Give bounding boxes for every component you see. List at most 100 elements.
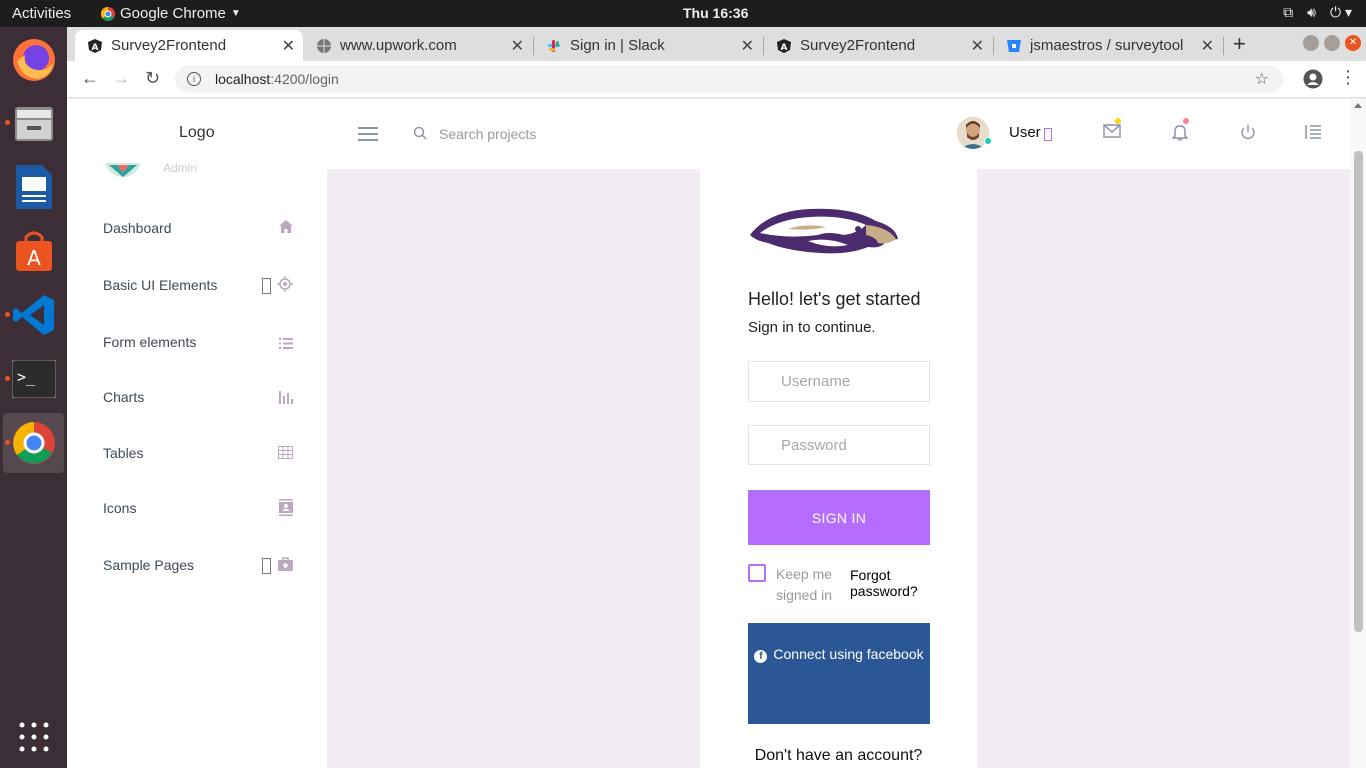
page-scrollbar[interactable] bbox=[1350, 99, 1366, 768]
tab-survey2frontend-active[interactable]: A Survey2Frontend ✕ bbox=[75, 30, 303, 61]
mail-icon[interactable] bbox=[1103, 124, 1121, 143]
format-list-icon[interactable] bbox=[1303, 125, 1321, 144]
facebook-icon: f bbox=[754, 650, 768, 663]
close-icon[interactable]: ✕ bbox=[971, 36, 984, 56]
keep-signed-in-label[interactable]: Keep me signed in bbox=[776, 564, 840, 606]
vscode-icon bbox=[12, 295, 54, 335]
forward-button[interactable]: → bbox=[112, 68, 130, 89]
writer-launcher[interactable] bbox=[3, 157, 64, 217]
app-menu[interactable]: Google Chrome ▼ bbox=[101, 5, 241, 22]
no-account-text: Don't have an account? bbox=[754, 747, 923, 764]
sidebar-profile-avatar[interactable] bbox=[103, 163, 143, 179]
url-host: localhost bbox=[215, 71, 271, 87]
tab-bitbucket[interactable]: jsmaestros / surveytool ✕ bbox=[994, 30, 1222, 61]
search-input[interactable] bbox=[439, 121, 739, 147]
sidebar-item-icons[interactable]: Icons bbox=[103, 496, 293, 520]
login-heading: Hello! let's get started bbox=[748, 289, 921, 309]
sidebar-item-tables[interactable]: Tables bbox=[103, 441, 293, 465]
avatar[interactable] bbox=[957, 117, 989, 149]
power-icon: ⏻ ▾ bbox=[1330, 4, 1352, 20]
scrollbar-thumb[interactable] bbox=[1354, 151, 1363, 632]
system-tray[interactable]: ⧉ 🔊︎ ⏻ ▾ bbox=[1283, 4, 1352, 21]
angular-icon: A bbox=[776, 38, 792, 54]
url-path: :4200/login bbox=[270, 71, 339, 87]
show-apps-button[interactable] bbox=[3, 707, 64, 767]
sidebar-item-sample-pages[interactable]: Sample Pages bbox=[103, 553, 293, 577]
sidebar-item-label: Charts bbox=[103, 389, 145, 405]
scroll-up-arrow-icon[interactable] bbox=[1354, 103, 1362, 108]
facebook-connect-button[interactable]: f Connect using facebook bbox=[748, 623, 930, 724]
chrome-launcher[interactable] bbox=[3, 413, 64, 473]
chevron-down-icon: ▼ bbox=[230, 8, 241, 19]
facebook-button-label: Connect using facebook bbox=[773, 646, 924, 662]
address-bar[interactable]: i localhost:4200/login ☆ bbox=[175, 65, 1283, 93]
tab-title: Survey2Frontend bbox=[111, 37, 227, 54]
network-icon: ⧉ bbox=[1283, 4, 1294, 20]
profile-icon[interactable] bbox=[1303, 69, 1323, 94]
home-icon bbox=[279, 220, 293, 236]
power-icon[interactable] bbox=[1240, 124, 1256, 145]
medical-bag-icon bbox=[278, 557, 293, 574]
dock: A >_ bbox=[0, 27, 67, 768]
firefox-launcher[interactable] bbox=[3, 30, 64, 90]
software-launcher[interactable]: A bbox=[3, 221, 64, 281]
maximize-button[interactable] bbox=[1324, 35, 1340, 51]
sidebar-item-form-elements[interactable]: Form elements bbox=[103, 330, 293, 354]
login-subtitle: Sign in to continue. bbox=[748, 319, 876, 336]
tab-slack[interactable]: Sign in | Slack ✕ bbox=[534, 30, 762, 61]
close-icon[interactable]: ✕ bbox=[282, 36, 295, 56]
sidebar-item-label: Sample Pages bbox=[103, 557, 195, 573]
close-icon[interactable]: ✕ bbox=[1201, 36, 1214, 56]
web-page: Logo User Admin Dashboard Basic UI Eleme… bbox=[67, 99, 1366, 768]
files-icon bbox=[14, 107, 53, 141]
table-icon bbox=[278, 446, 293, 462]
activities-button[interactable]: Activities bbox=[12, 5, 71, 22]
top-navbar: Logo User bbox=[67, 99, 1350, 169]
slack-icon bbox=[546, 38, 562, 54]
reload-button[interactable]: ↻ bbox=[145, 68, 160, 89]
info-icon[interactable]: i bbox=[187, 72, 201, 86]
eagle-logo bbox=[748, 205, 900, 262]
close-icon[interactable]: ✕ bbox=[741, 36, 754, 56]
user-dropdown-icon[interactable] bbox=[1044, 128, 1052, 141]
mail-badge bbox=[1115, 118, 1121, 124]
password-field[interactable] bbox=[748, 425, 930, 465]
dropdown-arrow-icon bbox=[262, 558, 271, 574]
bell-icon[interactable] bbox=[1171, 123, 1189, 146]
contacts-icon bbox=[279, 499, 293, 519]
vscode-launcher[interactable] bbox=[3, 285, 64, 345]
keep-signed-in-checkbox[interactable] bbox=[748, 564, 766, 582]
sidebar-item-charts[interactable]: Charts bbox=[103, 385, 293, 409]
sidebar-user-role: Admin bbox=[163, 161, 198, 175]
new-tab-button[interactable]: + bbox=[1233, 31, 1246, 57]
menu-kebab-icon[interactable]: ⋮ bbox=[1339, 67, 1357, 88]
document-icon bbox=[15, 165, 52, 209]
chrome-icon bbox=[12, 422, 55, 464]
search-icon bbox=[413, 126, 427, 145]
window-close-button[interactable]: ✕ bbox=[1345, 35, 1361, 51]
username-field[interactable] bbox=[748, 361, 930, 402]
tab-survey2frontend[interactable]: A Survey2Frontend ✕ bbox=[764, 30, 992, 61]
shopping-bag-icon: A bbox=[15, 231, 52, 271]
sidebar-item-dashboard[interactable]: Dashboard bbox=[103, 216, 293, 240]
sidebar: Admin Dashboard Basic UI Elements Form e… bbox=[67, 161, 327, 768]
forgot-password-link[interactable]: Forgot password? bbox=[850, 567, 930, 599]
tab-upwork[interactable]: www.upwork.com ✕ bbox=[304, 30, 532, 61]
online-status-dot bbox=[984, 137, 992, 145]
back-button[interactable]: ← bbox=[81, 68, 99, 89]
sidebar-item-label: Form elements bbox=[103, 334, 197, 350]
sidebar-item-basic-ui[interactable]: Basic UI Elements bbox=[103, 273, 293, 297]
sign-in-button[interactable]: SIGN IN bbox=[748, 490, 930, 545]
close-icon[interactable]: ✕ bbox=[511, 36, 524, 56]
clock[interactable]: Thu 16:36 bbox=[683, 5, 748, 21]
terminal-launcher[interactable]: >_ bbox=[3, 349, 64, 409]
svg-text:A: A bbox=[27, 246, 41, 270]
user-name[interactable]: User bbox=[1009, 124, 1041, 141]
files-launcher[interactable] bbox=[3, 93, 64, 153]
minimize-button[interactable] bbox=[1303, 35, 1319, 51]
sidebar-item-label: Icons bbox=[103, 500, 137, 516]
chrome-icon bbox=[101, 6, 115, 21]
bookmark-star-icon[interactable]: ☆ bbox=[1255, 69, 1269, 89]
brand-logo-text[interactable]: Logo bbox=[179, 124, 215, 142]
hamburger-menu-icon[interactable] bbox=[358, 127, 378, 146]
